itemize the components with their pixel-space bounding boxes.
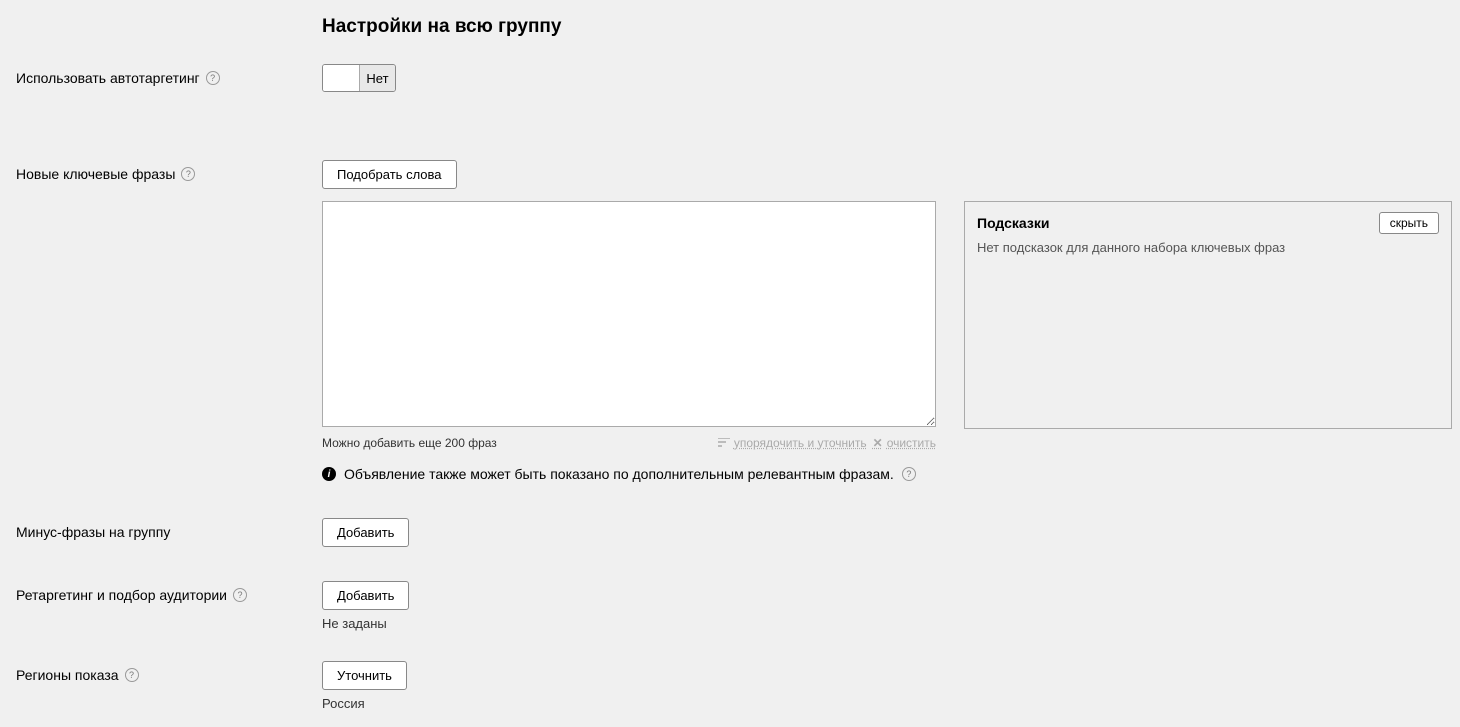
add-retargeting-button[interactable]: Добавить: [322, 581, 409, 610]
info-icon: i: [322, 467, 336, 481]
refine-regions-button[interactable]: Уточнить: [322, 661, 407, 690]
clear-action[interactable]: ✕ очистить: [873, 436, 936, 450]
hints-header: Подсказки скрыть: [977, 212, 1439, 234]
autotargeting-row: Использовать автотаргетинг ? Нет: [16, 64, 1452, 94]
sort-refine-action[interactable]: упорядочить и уточнить: [718, 436, 867, 450]
hide-hints-button[interactable]: скрыть: [1379, 212, 1439, 234]
keywords-textarea-wrap: Можно добавить еще 200 фраз упорядочить …: [322, 201, 936, 510]
clear-label: очистить: [887, 436, 936, 450]
help-icon[interactable]: ?: [125, 668, 139, 682]
minus-label-col: Минус-фразы на группу: [16, 518, 322, 540]
help-icon[interactable]: ?: [181, 167, 195, 181]
autotargeting-label: Использовать автотаргетинг: [16, 70, 200, 86]
minus-content: Добавить: [322, 518, 936, 547]
autotargeting-label-col: Использовать автотаргетинг ?: [16, 64, 322, 86]
hints-panel: Подсказки скрыть Нет подсказок для данно…: [964, 201, 1452, 429]
keywords-area: Можно добавить еще 200 фраз упорядочить …: [322, 201, 1452, 510]
toggle-off-segment[interactable]: Нет: [359, 65, 395, 91]
minus-label: Минус-фразы на группу: [16, 524, 170, 540]
regions-row: Регионы показа ? Уточнить Россия: [16, 661, 1452, 711]
keywords-content: Подобрать слова Можно добавить еще 200 ф…: [322, 160, 1452, 510]
regions-value: Россия: [322, 696, 936, 711]
keywords-remaining: Можно добавить еще 200 фраз: [322, 436, 497, 450]
retargeting-status: Не заданы: [322, 616, 936, 631]
close-icon: ✕: [873, 436, 883, 450]
settings-form: Настройки на всю группу Использовать авт…: [0, 0, 1460, 727]
keywords-label: Новые ключевые фразы: [16, 166, 175, 182]
suggest-words-button[interactable]: Подобрать слова: [322, 160, 457, 189]
help-icon[interactable]: ?: [233, 588, 247, 602]
minus-phrases-row: Минус-фразы на группу Добавить: [16, 518, 1452, 547]
sort-refine-label: упорядочить и уточнить: [734, 436, 867, 450]
keywords-info-text: Объявление также может быть показано по …: [344, 466, 894, 482]
regions-label: Регионы показа: [16, 667, 119, 683]
autotargeting-toggle[interactable]: Нет: [322, 64, 396, 92]
retargeting-content: Добавить Не заданы: [322, 581, 936, 631]
textarea-footer: Можно добавить еще 200 фраз упорядочить …: [322, 436, 936, 450]
keywords-label-col: Новые ключевые фразы ?: [16, 160, 322, 182]
regions-content: Уточнить Россия: [322, 661, 936, 711]
regions-label-col: Регионы показа ?: [16, 661, 322, 683]
textarea-actions: упорядочить и уточнить ✕ очистить: [718, 436, 936, 450]
keywords-textarea[interactable]: [322, 201, 936, 427]
toggle-on-segment[interactable]: [323, 65, 359, 91]
add-minus-button[interactable]: Добавить: [322, 518, 409, 547]
keywords-row: Новые ключевые фразы ? Подобрать слова М…: [16, 160, 1452, 510]
page-title: Настройки на всю группу: [322, 16, 1452, 38]
help-icon[interactable]: ?: [902, 467, 916, 481]
retargeting-label-col: Ретаргетинг и подбор аудитории ?: [16, 581, 322, 603]
retargeting-row: Ретаргетинг и подбор аудитории ? Добавит…: [16, 581, 1452, 631]
keywords-info-line: i Объявление также может быть показано п…: [322, 466, 936, 482]
autotargeting-control: Нет: [322, 64, 936, 94]
hints-empty-text: Нет подсказок для данного набора ключевы…: [977, 240, 1439, 255]
retargeting-label: Ретаргетинг и подбор аудитории: [16, 587, 227, 603]
sort-icon: [718, 438, 730, 448]
help-icon[interactable]: ?: [206, 71, 220, 85]
hints-title: Подсказки: [977, 215, 1049, 231]
